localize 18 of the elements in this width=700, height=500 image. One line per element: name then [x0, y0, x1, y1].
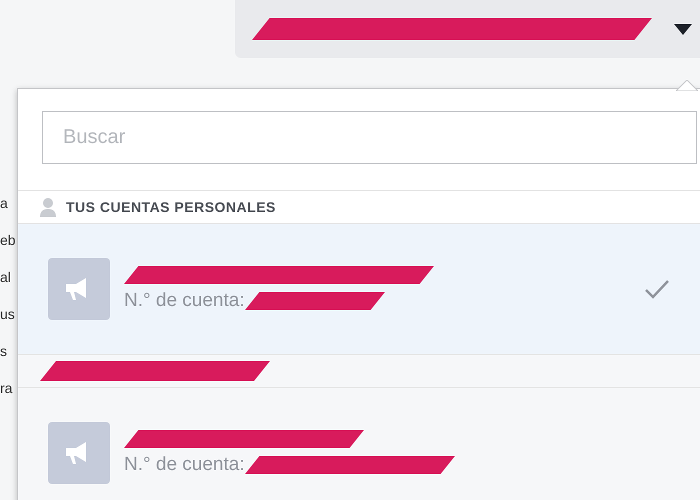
background-text: us: [0, 305, 16, 324]
account-number-label: N.° de cuenta:: [124, 454, 245, 476]
checkmark-icon: [644, 279, 670, 299]
account-switcher[interactable]: [235, 0, 700, 58]
background-text: al: [0, 268, 12, 287]
megaphone-avatar: [48, 258, 110, 320]
background-text: eb: [0, 231, 17, 250]
megaphone-avatar: [48, 422, 110, 484]
caret-icon[interactable]: [674, 24, 692, 34]
account-number-label: N.° de cuenta:: [124, 290, 245, 312]
search-field[interactable]: Buscar: [42, 111, 697, 164]
background-text: s: [0, 342, 8, 361]
account-row[interactable]: N.° de cuenta:: [18, 224, 700, 355]
section-title: TUS CUENTAS PERSONALES: [66, 199, 276, 215]
background-text: a: [0, 194, 9, 213]
person-icon: [40, 197, 56, 217]
background-text: ra: [0, 379, 14, 398]
account-row[interactable]: N.° de cuenta:: [18, 388, 700, 500]
